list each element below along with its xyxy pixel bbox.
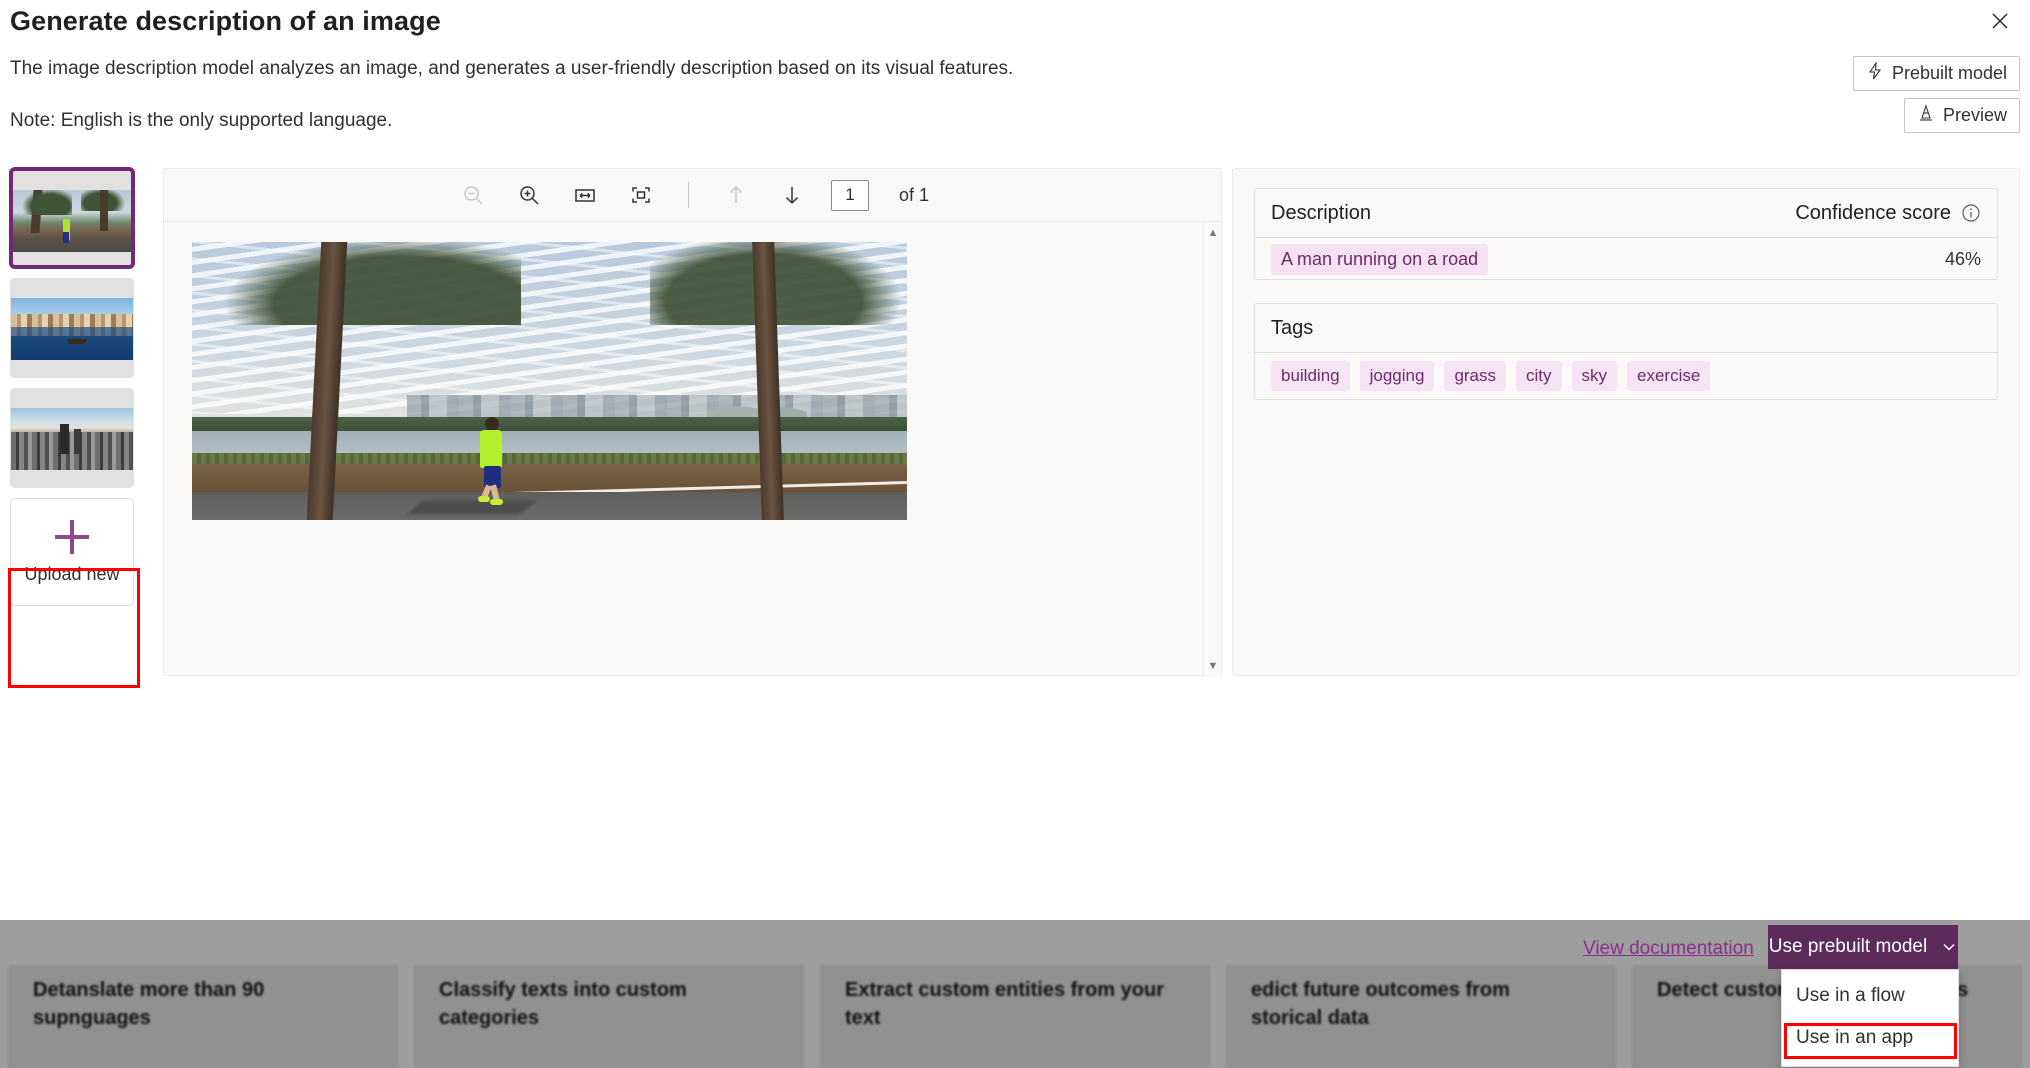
- tag-chip[interactable]: city: [1516, 361, 1562, 391]
- plus-icon: [55, 520, 89, 554]
- upload-new-button[interactable]: Upload new: [10, 498, 134, 606]
- tags-card-header: Tags: [1255, 304, 1997, 353]
- thumbnail-city-skyline[interactable]: [10, 388, 134, 488]
- upload-new-label: Upload new: [24, 564, 119, 585]
- use-prebuilt-model-button[interactable]: Use prebuilt model: [1768, 925, 1958, 969]
- tag-chip[interactable]: jogging: [1360, 361, 1435, 391]
- tags-card-title: Tags: [1271, 317, 1313, 340]
- viewer-canvas: ▲ ▼: [164, 222, 1221, 677]
- page-total-label: of 1: [899, 185, 929, 206]
- dialog-subtitle: The image description model analyzes an …: [10, 58, 1013, 80]
- tags-card: Tags building jogging grass city sky exe…: [1254, 303, 1998, 400]
- description-card-title: Description: [1271, 202, 1371, 225]
- image-viewer-panel: 1 of 1: [163, 168, 1222, 676]
- preview-image-runner-park[interactable]: [192, 242, 907, 520]
- next-page-icon[interactable]: [775, 178, 809, 212]
- scroll-up-icon[interactable]: ▲: [1204, 224, 1222, 242]
- traffic-cone-icon: [1917, 104, 1935, 127]
- description-card: Description Confidence score A man runni…: [1254, 188, 1998, 280]
- scroll-down-icon[interactable]: ▼: [1204, 657, 1222, 675]
- fit-page-icon[interactable]: [624, 178, 658, 212]
- description-row: A man running on a road 46%: [1255, 238, 1997, 280]
- info-icon[interactable]: [1961, 203, 1981, 223]
- confidence-score-label: Confidence score: [1795, 202, 1951, 225]
- lightning-bolt-icon: [1866, 62, 1884, 85]
- close-icon[interactable]: [1980, 4, 2020, 38]
- image-thumbnail-rail: Upload new: [10, 168, 140, 698]
- description-card-header: Description Confidence score: [1255, 189, 1997, 238]
- tag-chip[interactable]: building: [1271, 361, 1350, 391]
- zoom-in-icon[interactable]: [512, 178, 546, 212]
- dialog-note: Note: English is the only supported lang…: [10, 110, 392, 132]
- use-prebuilt-model-label: Use prebuilt model: [1769, 936, 1927, 958]
- generate-description-dialog: Generate description of an image The ima…: [0, 0, 2030, 920]
- fit-width-icon[interactable]: [568, 178, 602, 212]
- viewer-vertical-scrollbar[interactable]: ▲ ▼: [1203, 222, 1221, 677]
- toolbar-divider: [688, 182, 689, 208]
- viewer-toolbar: 1 of 1: [164, 169, 1221, 222]
- tag-chip[interactable]: sky: [1572, 361, 1618, 391]
- page-number-input[interactable]: 1: [831, 180, 869, 211]
- preview-badge-label: Preview: [1943, 105, 2007, 126]
- tags-list: building jogging grass city sky exercise: [1255, 353, 1997, 399]
- page-title: Generate description of an image: [10, 6, 441, 37]
- zoom-out-icon[interactable]: [456, 178, 490, 212]
- menu-item-use-in-an-app[interactable]: Use in an app: [1782, 1017, 1958, 1059]
- prebuilt-model-badge[interactable]: Prebuilt model: [1853, 56, 2020, 91]
- tag-chip[interactable]: grass: [1444, 361, 1506, 391]
- chevron-down-icon: [1941, 939, 1957, 955]
- thumbnail-waterfront-town[interactable]: [10, 278, 134, 378]
- use-prebuilt-model-menu: Use in a flow Use in an app: [1781, 969, 1959, 1067]
- analysis-results-panel: Description Confidence score A man runni…: [1232, 168, 2020, 676]
- menu-item-use-in-a-flow[interactable]: Use in a flow: [1782, 975, 1958, 1017]
- description-confidence-value: 46%: [1945, 249, 1981, 270]
- preview-badge[interactable]: Preview: [1904, 98, 2020, 133]
- view-documentation-link[interactable]: View documentation: [1583, 938, 1754, 960]
- description-value[interactable]: A man running on a road: [1271, 244, 1488, 275]
- prebuilt-model-badge-label: Prebuilt model: [1892, 63, 2007, 84]
- tag-chip[interactable]: exercise: [1627, 361, 1710, 391]
- thumbnail-runner-park[interactable]: [10, 168, 134, 268]
- previous-page-icon[interactable]: [719, 178, 753, 212]
